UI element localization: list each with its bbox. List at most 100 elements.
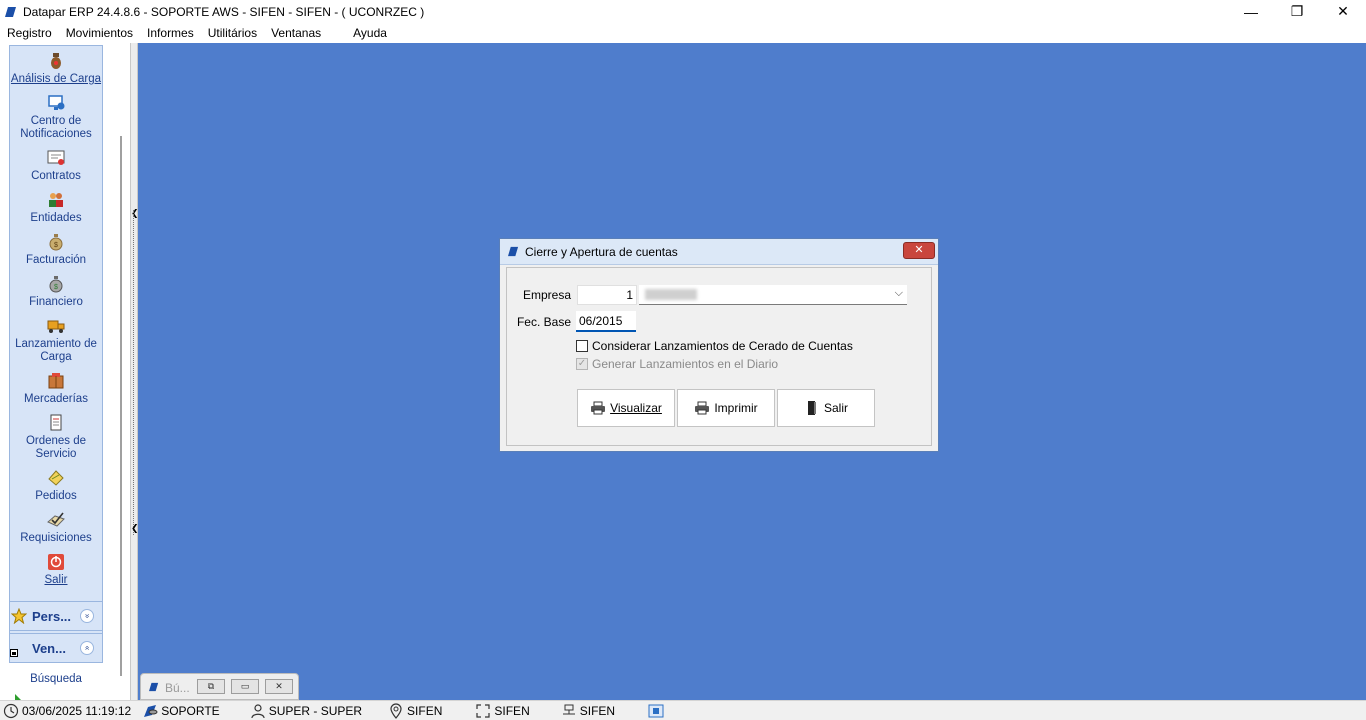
section-header-personal[interactable]: Pers... » [9,601,103,631]
entities-people-icon [49,193,63,207]
busqueda-label[interactable]: Búsqueda [9,673,103,685]
sidebar-item-contratos[interactable]: Contratos [10,149,102,183]
sidebar-item-lanzamiento-de-carga[interactable]: Lanzamiento de Carga [10,317,102,364]
restore-button[interactable]: ❐ [1274,0,1320,23]
left-nav-panel: Análisis de Carga Centro de Notificacion… [0,43,130,700]
close-button[interactable]: ✕ [1320,0,1366,23]
close-button[interactable]: ✕ [265,679,293,694]
sidebar-item-requisiciones[interactable]: Requisiciones [10,511,102,545]
splitter-grip [133,210,135,535]
sidebar-item-financiero[interactable]: $ Financiero [10,275,102,309]
printer-icon [695,401,710,415]
sidebar-item-analisis-de-carga[interactable]: Análisis de Carga [10,52,102,86]
notification-monitor-icon [48,95,65,110]
sidebar-item-label: Entidades [30,212,82,224]
clock-icon [3,703,19,718]
checkbox-label: Considerar Lanzamientos de Cerado de Cue… [592,339,853,353]
status-db1-text: SIFEN [407,703,443,718]
datapar-logo-icon [149,682,159,692]
sidebar-item-label: Centro de Notificaciones [20,115,92,140]
dialog-title-bar[interactable]: Cierre y Apertura de cuentas ✕ [500,239,938,265]
status-user: SUPER - SUPER [250,703,362,719]
exit-power-icon [48,554,64,570]
nav-scrollbar[interactable] [120,136,122,676]
panel-splitter[interactable]: ❮ ❮ [130,43,139,700]
location-pin-icon [390,702,402,719]
status-keyboard[interactable] [648,703,667,719]
checkbox-box[interactable] [576,340,588,352]
menu-informes[interactable]: Informes [140,26,201,40]
section-header-ventanas[interactable]: Ven... « [9,633,103,663]
sidebar-item-label: Requisiciones [20,532,92,544]
salir-button[interactable]: Salir [777,389,875,427]
empresa-name-combo[interactable]: ⌵ [639,285,907,305]
menu-ayuda[interactable]: Ayuda [346,26,394,40]
sidebar-item-centro-de-notificaciones[interactable]: Centro de Notificaciones [10,94,102,141]
section-label: Ven... [32,640,66,656]
star-icon [11,608,27,624]
fec-base-field[interactable]: 06/2015 [576,311,636,332]
button-label: Visualizar [610,401,662,415]
menu-registro[interactable]: Registro [0,26,59,40]
sidebar-item-facturacion[interactable]: $ Facturación [10,233,102,267]
empresa-label: Empresa [522,288,571,302]
minimize-button[interactable]: — [1228,0,1274,23]
analysis-bag-icon [51,53,61,69]
sidebar-item-salir[interactable]: Salir [10,553,102,587]
chevron-up-icon[interactable]: « [80,641,94,655]
menu-utilitarios[interactable]: Utilitários [201,26,264,40]
status-bar: 03/06/2025 11:19:12 SOPORTE SUPER - SUPE… [0,700,1366,720]
redacted-company-name [645,289,697,300]
dialog-close-button[interactable]: ✕ [903,242,935,259]
status-datetime: 03/06/2025 11:19:12 [3,703,131,719]
sidebar-item-label: Análisis de Carga [10,73,102,85]
visualizar-button[interactable]: Visualizar [577,389,675,427]
menu-movimientos[interactable]: Movimientos [59,26,140,40]
status-db3-text: SIFEN [579,703,616,718]
sidebar-item-mercaderias[interactable]: Mercaderías [10,372,102,406]
considerar-lanzamientos-checkbox[interactable]: Considerar Lanzamientos de Cerado de Cue… [576,339,853,353]
dialog-title: Cierre y Apertura de cuentas [525,244,678,259]
checkbox-label: Generar Lanzamientos en el Diario [592,357,779,371]
status-db3: SIFEN [561,703,615,719]
section-label: Pers... [32,608,72,624]
cierre-apertura-dialog: Cierre y Apertura de cuentas ✕ Empresa 1… [499,238,939,452]
chevron-down-icon[interactable]: » [80,609,94,623]
money-bag-icon: $ [49,234,63,251]
window-controls: — ❐ ✕ [1228,0,1366,23]
imprimir-button[interactable]: Imprimir [677,389,775,427]
button-label: Salir [823,401,848,415]
checkbox-box: ✓ [576,358,588,370]
sidebar-item-label: Mercaderías [24,393,88,405]
minimized-window-title: Bú... [165,681,190,695]
sidebar-item-pedidos[interactable]: Pedidos [10,469,102,503]
menu-ventanas[interactable]: Ventanas [264,26,328,40]
chevron-down-icon[interactable]: ⌵ [895,287,903,300]
sidebar-item-label: Salir [44,574,68,586]
sidebar-item-entidades[interactable]: Entidades [10,191,102,225]
minimized-busqueda-window[interactable]: Bú... ⧉ ▭ ✕ [140,673,299,700]
sidebar-item-label: Financiero [29,296,83,308]
expand-frame-icon [476,703,490,718]
empresa-code-field[interactable]: 1 [577,285,637,305]
service-order-icon [50,414,62,431]
sidebar-item-label: Facturación [25,254,87,266]
status-user-text: SUPER - SUPER [268,703,363,718]
button-label: Imprimir [714,401,758,415]
printer-icon [591,401,606,415]
maximize-button[interactable]: ▭ [231,679,259,694]
orders-note-icon [48,470,64,486]
keyboard-layout-icon [648,704,664,717]
menu-bar: Registro Movimientos Informes Utilitário… [0,23,1366,43]
window-small-icon [10,649,18,657]
restore-button[interactable]: ⧉ [197,679,225,694]
status-server-text: SOPORTE [161,703,220,718]
window-title: Datapar ERP 24.4.8.6 - SOPORTE AWS - SIF… [23,4,425,19]
status-db2: SIFEN [475,703,530,719]
exit-door-icon [807,401,816,415]
requisition-checklist-icon [47,512,65,527]
dialog-body: Empresa 1 ⌵ Fec. Base 06/2015 Considerar… [506,267,932,446]
sidebar-item-ordenes-de-servicio[interactable]: Ordenes de Servicio [10,414,102,461]
generar-lanzamientos-checkbox: ✓ Generar Lanzamientos en el Diario [576,357,778,371]
merchandise-box-icon [48,373,64,389]
